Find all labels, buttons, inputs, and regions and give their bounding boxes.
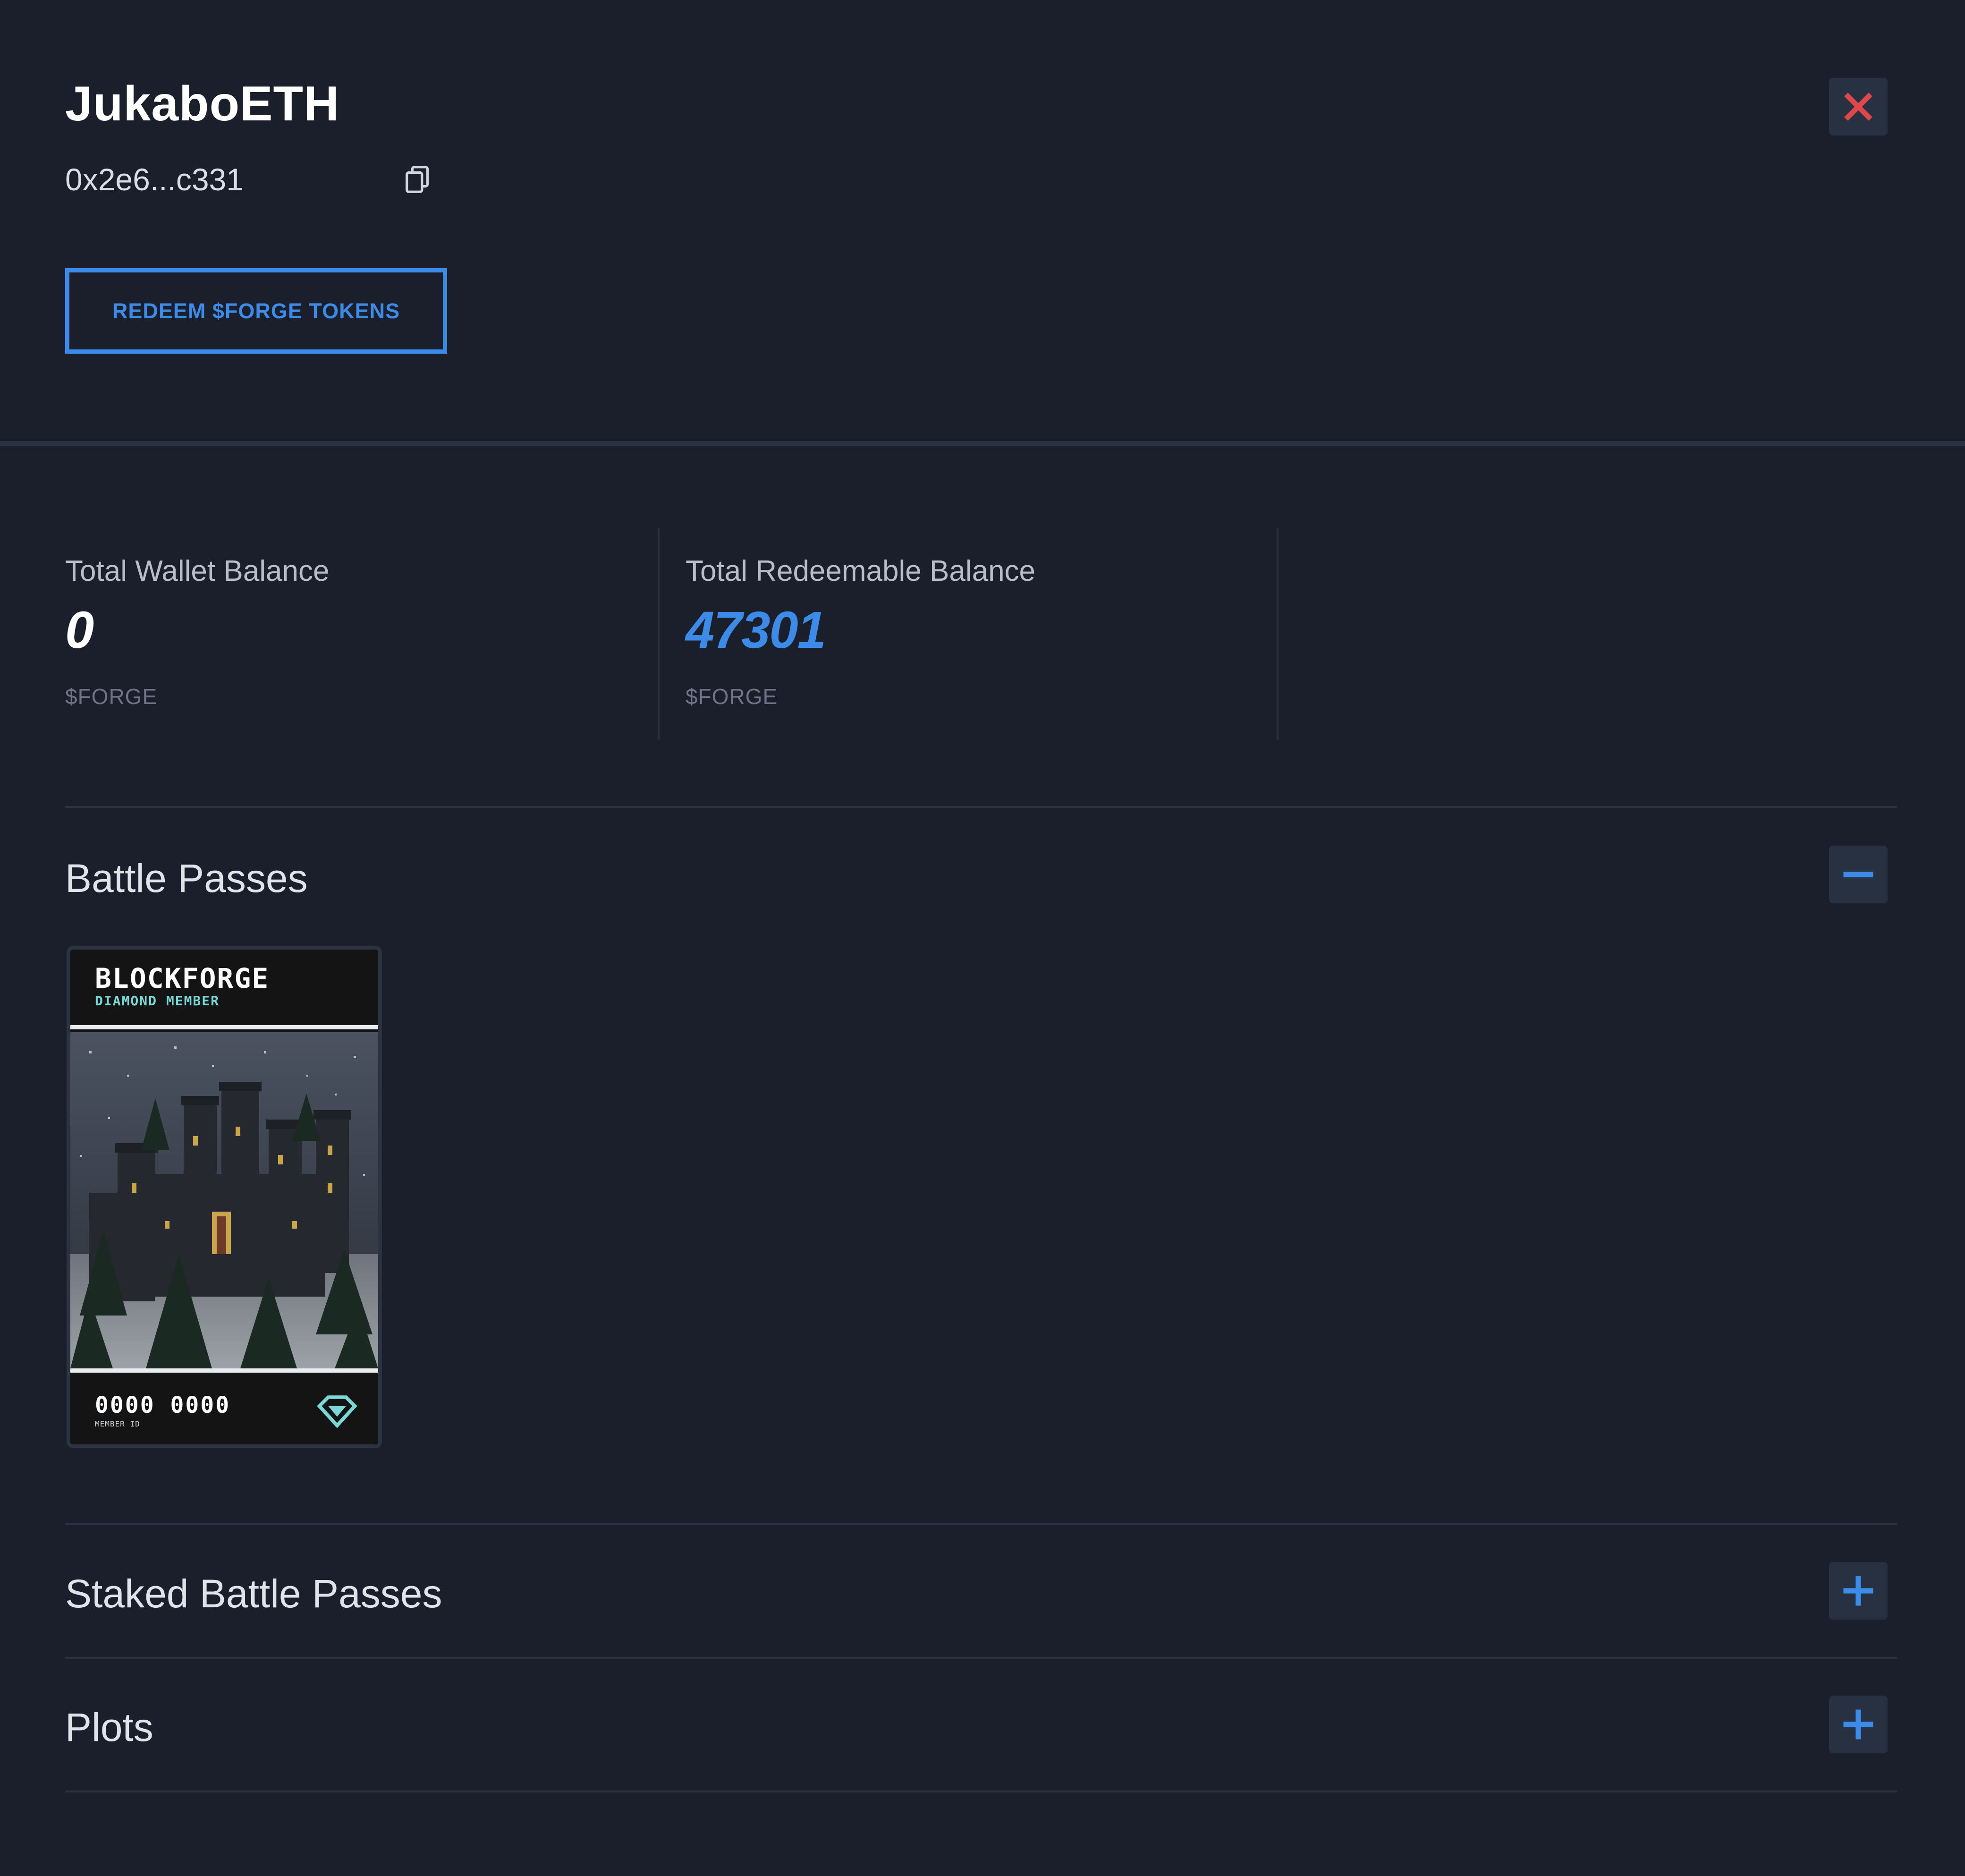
card-footer: 0000 0000 MEMBER ID [70,1376,378,1444]
stat-unit: $FORGE [65,684,158,709]
collapse-battle-passes-button[interactable] [1829,846,1888,903]
total-redeemable-balance: Total Redeemable Balance 47301 $FORGE [686,529,1276,740]
stat-label: Total Redeemable Balance [686,555,1036,587]
battle-pass-card[interactable]: BLOCKFORGE DIAMOND MEMBER 0000 0000 MEMB… [67,946,382,1448]
card-tier: DIAMOND MEMBER [95,993,220,1009]
plus-icon [1843,1576,1873,1606]
close-button[interactable] [1829,78,1888,136]
section-title-plots: Plots [65,1705,153,1749]
total-wallet-balance: Total Wallet Balance 0 $FORGE [65,529,655,740]
wallet-name: JukaboETH [65,76,340,131]
plus-icon [1843,1709,1873,1740]
card-separator [70,1025,378,1029]
wallet-address: 0x2e6...c331 [65,162,244,197]
stat-value: 0 [65,601,94,659]
redeem-forge-tokens-button[interactable]: REDEEM $FORGE TOKENS [65,268,447,354]
stat-label: Total Wallet Balance [65,555,330,587]
card-header: BLOCKFORGE DIAMOND MEMBER [70,950,378,1025]
section-divider [65,806,1897,808]
expand-staked-battle-passes-button[interactable] [1829,1562,1888,1620]
stat-divider [658,528,660,740]
card-brand: BLOCKFORGE [95,962,270,994]
header-divider [0,441,1965,446]
section-divider [65,1657,1897,1659]
card-member-id: 0000 0000 [95,1392,231,1418]
stat-value: 47301 [686,601,826,659]
expand-plots-button[interactable] [1829,1696,1888,1753]
castle-artwork [70,1032,378,1368]
close-icon [1844,93,1872,121]
section-title-battle-passes: Battle Passes [65,856,308,900]
section-divider [65,1523,1897,1525]
stat-divider [1277,528,1279,740]
stat-unit: $FORGE [686,684,778,709]
profile-header: JukaboETH 0x2e6...c331 REDEEM $FORGE TOK… [0,0,1965,441]
card-member-id-label: MEMBER ID [95,1419,140,1428]
card-separator [70,1368,378,1373]
minus-icon [1843,872,1873,877]
diamond-icon [317,1395,357,1428]
section-title-staked-battle-passes: Staked Battle Passes [65,1571,442,1616]
section-divider [65,1791,1897,1792]
copy-icon[interactable] [401,163,434,196]
